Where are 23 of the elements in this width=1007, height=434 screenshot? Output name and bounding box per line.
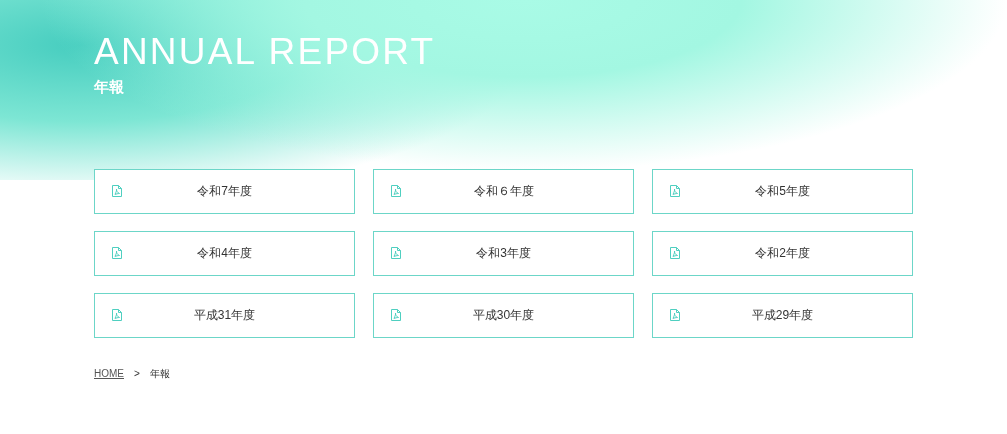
- breadcrumb-current: 年報: [149, 366, 170, 381]
- pdf-file-icon: [391, 185, 401, 197]
- home-link[interactable]: HOME: [94, 365, 124, 381]
- pdf-file-icon: [670, 247, 680, 259]
- pdf-file-icon: [670, 185, 680, 197]
- report-link[interactable]: 令和4年度: [94, 230, 355, 276]
- pdf-file-icon: [670, 309, 680, 321]
- report-link[interactable]: 令和６年度: [373, 168, 634, 214]
- report-link[interactable]: 平成29年度: [652, 292, 913, 338]
- page-subtitle: 年報: [94, 77, 124, 97]
- report-link[interactable]: 平成30年度: [373, 292, 634, 338]
- report-link[interactable]: 令和2年度: [652, 230, 913, 276]
- pdf-file-icon: [391, 247, 401, 259]
- report-link[interactable]: 令和3年度: [373, 230, 634, 276]
- report-link[interactable]: 令和5年度: [652, 168, 913, 214]
- report-link[interactable]: 令和7年度: [94, 168, 355, 214]
- breadcrumb-separator: >: [134, 366, 140, 381]
- pdf-file-icon: [112, 247, 122, 259]
- report-link[interactable]: 平成31年度: [94, 292, 355, 338]
- pdf-file-icon: [391, 309, 401, 321]
- pdf-file-icon: [112, 185, 122, 197]
- pdf-file-icon: [112, 309, 122, 321]
- page-title: ANNUAL REPORT: [94, 30, 436, 74]
